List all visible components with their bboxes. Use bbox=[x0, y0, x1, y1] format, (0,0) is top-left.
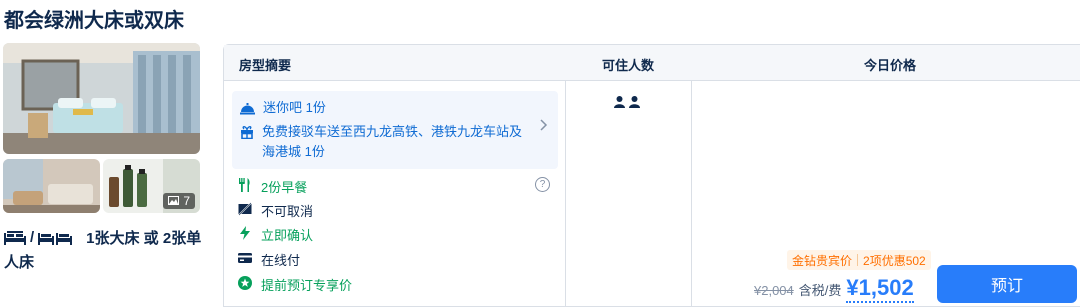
photo-count-badge[interactable]: 7 bbox=[163, 193, 195, 209]
promo-tags[interactable]: 金钻贵宾价 2项优惠502 bbox=[787, 250, 931, 270]
bed-type: / 1张大床 或 2张单 bbox=[4, 227, 201, 248]
policy-text: 立即确认 bbox=[261, 227, 314, 243]
policy-text: 2份早餐 bbox=[261, 179, 308, 195]
current-price[interactable]: ¥1,502 bbox=[846, 275, 914, 303]
column-divider bbox=[691, 81, 692, 306]
table-header: 房型摘要 可住人数 今日价格 bbox=[224, 45, 1080, 81]
column-divider bbox=[565, 81, 566, 306]
original-price: ¥2,004 bbox=[754, 283, 794, 298]
policy-text: 提前预订专享价 bbox=[261, 277, 353, 293]
book-button[interactable]: 预订 bbox=[937, 265, 1077, 303]
max-guests bbox=[614, 95, 640, 113]
policy-early-booking: 提前预订专享价 bbox=[238, 276, 352, 295]
policy-text: 不可取消 bbox=[261, 203, 314, 219]
policy-non-refundable: 不可取消 bbox=[238, 202, 313, 221]
fork-knife-icon bbox=[238, 178, 252, 197]
policy-pay-online: 在线付 bbox=[238, 251, 300, 270]
person-icon bbox=[614, 95, 625, 113]
star-badge-icon bbox=[238, 276, 252, 295]
room-photo-thumb-1[interactable] bbox=[3, 159, 100, 213]
photo-count: 7 bbox=[183, 194, 190, 208]
room-photo-main[interactable] bbox=[3, 43, 200, 154]
discount-tag: 2项优惠502 bbox=[863, 253, 926, 268]
room-photo-thumb-2[interactable]: 7 bbox=[103, 159, 200, 213]
person-icon bbox=[629, 95, 640, 113]
amenity-shuttle: 免费接驳车送至西九龙高铁、港铁九龙车站及海港城 1份 bbox=[240, 122, 530, 162]
tax-label: 含税/费 bbox=[798, 283, 842, 298]
gift-icon bbox=[240, 122, 254, 145]
header-room-summary: 房型摘要 bbox=[239, 58, 292, 73]
policy-text: 在线付 bbox=[261, 252, 301, 268]
image-icon bbox=[168, 194, 180, 208]
lightning-icon bbox=[238, 226, 252, 245]
bed-description: 1张大床 或 2张单 bbox=[86, 230, 202, 247]
amenity-text: 免费接驳车送至西九龙高铁、港铁九龙车站及海港城 1份 bbox=[262, 124, 523, 159]
room-title: 都会绿洲大床或双床 bbox=[4, 10, 184, 32]
policy-instant-confirm: 立即确认 bbox=[238, 226, 313, 245]
no-cancel-icon bbox=[238, 202, 252, 221]
bell-service-icon bbox=[240, 98, 255, 121]
chevron-right-icon[interactable] bbox=[540, 118, 548, 134]
member-price-tag: 金钻贵宾价 bbox=[792, 253, 853, 268]
policy-breakfast: 2份早餐 bbox=[238, 178, 307, 197]
room-rate-table: 房型摘要 可住人数 今日价格 迷你吧 1份 免费接驳车送至西九龙高铁、港铁九龙车… bbox=[223, 44, 1080, 307]
header-max-guests: 可住人数 bbox=[602, 58, 655, 73]
bed-separator: / bbox=[30, 229, 35, 246]
double-bed-icon bbox=[4, 230, 26, 245]
amenity-text: 迷你吧 1份 bbox=[263, 100, 326, 115]
bed-description-cont: 人床 bbox=[4, 254, 35, 271]
header-today-price: 今日价格 bbox=[864, 58, 917, 73]
price-line: ¥2,004 含税/费 ¥1,502 bbox=[754, 275, 914, 303]
twin-bed-icon bbox=[38, 231, 73, 245]
amenity-minibar: 迷你吧 1份 bbox=[240, 98, 326, 121]
card-icon bbox=[238, 251, 252, 270]
help-icon[interactable]: ? bbox=[535, 177, 550, 192]
amenity-panel[interactable]: 迷你吧 1份 免费接驳车送至西九龙高铁、港铁九龙车站及海港城 1份 bbox=[232, 91, 558, 169]
